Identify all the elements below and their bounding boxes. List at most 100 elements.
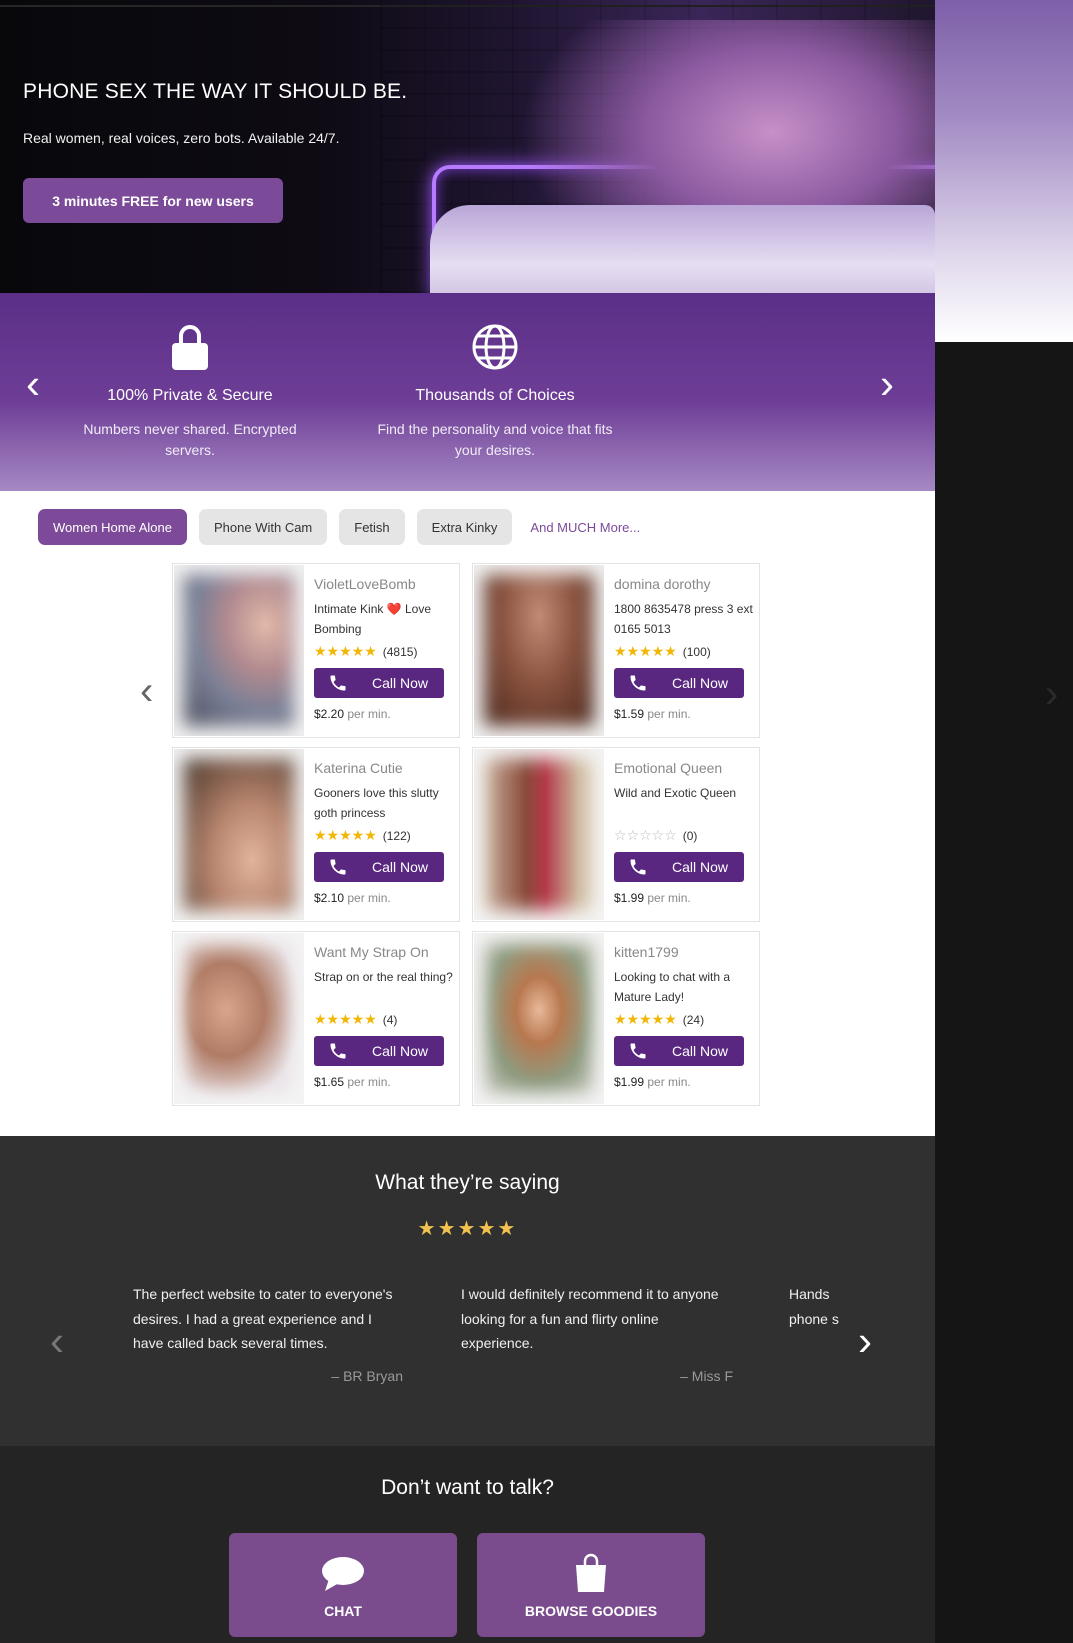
review-count: (122) <box>382 828 411 843</box>
listing-card: Want My Strap On Strap on or the real th… <box>172 931 460 1106</box>
testimonials-stars: ★★★★★ <box>417 1218 518 1240</box>
quote-author: – BR Bryan <box>331 1367 403 1384</box>
side-strip: › <box>935 0 1073 1643</box>
tab-and-much-more[interactable]: And MUCH More... <box>524 509 646 545</box>
listing-price: $2.10 per min. <box>314 891 391 905</box>
hero-title: PHONE SEX THE WAY IT SHOULD BE. <box>23 80 408 103</box>
listings-prev-chevron-icon[interactable]: ‹ <box>140 671 153 711</box>
alternatives-title: Don’t want to talk? <box>381 1476 554 1499</box>
feature-private: 100% Private & Secure Numbers never shar… <box>60 321 320 461</box>
review-count: (4815) <box>382 644 418 659</box>
listing-card: VioletLoveBomb Intimate Kink ❤️ Love Bom… <box>172 563 460 738</box>
listing-desc: Strap on or the real thing? <box>314 970 453 984</box>
rating-stars: ★★★★★ <box>314 1011 377 1027</box>
listings-section: Women Home Alone Phone With Cam Fetish E… <box>0 491 935 1136</box>
lock-icon <box>60 321 320 371</box>
chat-button[interactable]: CHAT <box>229 1533 457 1637</box>
phone-icon <box>330 675 346 691</box>
feature-desc: Find the personality and voice that fits… <box>377 421 613 458</box>
call-now-button[interactable]: Call Now <box>614 852 744 882</box>
listing-desc: 1800 8635478 press 3 ext 0165 5013 <box>614 602 753 636</box>
browse-goodies-button[interactable]: BROWSE GOODIES <box>477 1533 705 1637</box>
review-count: (24) <box>682 1012 705 1027</box>
testimonials-section: What they’re saying ★★★★★ ‹ The perfect … <box>0 1136 935 1446</box>
call-now-button[interactable]: Call Now <box>314 668 444 698</box>
rating-stars: ☆☆☆☆☆ <box>614 827 677 843</box>
review-count: (100) <box>682 644 711 659</box>
phone-icon <box>630 675 646 691</box>
listing-desc: Intimate Kink ❤️ Love Bombing <box>314 602 431 636</box>
feature-title: 100% Private & Secure <box>107 387 273 404</box>
profile-photo[interactable] <box>174 749 304 920</box>
listing-price: $2.20 per min. <box>314 707 391 721</box>
quote-text: Hands phone s <box>789 1286 839 1327</box>
tab-women-home-alone[interactable]: Women Home Alone <box>38 509 187 545</box>
tab-phone-with-cam[interactable]: Phone With Cam <box>199 509 328 545</box>
listing-desc: Gooners love this slutty goth princess <box>314 786 439 820</box>
alternatives-section: Don’t want to talk? CHAT BROWSE GOODIES <box>0 1446 935 1643</box>
listing-name[interactable]: Emotional Queen <box>614 760 754 776</box>
profile-photo[interactable] <box>474 933 604 1104</box>
profile-photo[interactable] <box>474 749 604 920</box>
call-now-button[interactable]: Call Now <box>614 1036 744 1066</box>
page: PHONE SEX THE WAY IT SHOULD BE. Real wom… <box>0 0 935 1643</box>
quote-text: The perfect website to cater to everyone… <box>133 1286 393 1351</box>
feature-desc: Numbers never shared. Encrypted servers. <box>83 421 297 458</box>
rating-stars: ★★★★★ <box>314 643 377 659</box>
listing-card: kitten1799 Looking to chat with a Mature… <box>472 931 760 1106</box>
rating-stars: ★★★★★ <box>614 1011 677 1027</box>
free-minutes-button[interactable]: 3 minutes FREE for new users <box>23 178 283 223</box>
call-now-button[interactable]: Call Now <box>314 852 444 882</box>
features-prev-chevron-icon[interactable]: ‹ <box>26 363 40 405</box>
testimonial-quote-partial: Hands phone s <box>789 1282 841 1331</box>
call-now-button[interactable]: Call Now <box>314 1036 444 1066</box>
hero-banner: PHONE SEX THE WAY IT SHOULD BE. Real wom… <box>0 0 935 293</box>
hero-bed-sheet <box>430 205 935 293</box>
hero-subtitle: Real women, real voices, zero bots. Avai… <box>23 130 340 146</box>
rating-stars: ★★★★★ <box>314 827 377 843</box>
listing-rating: ★★★★★ (4815) <box>314 643 454 660</box>
listing-name[interactable]: VioletLoveBomb <box>314 576 454 592</box>
listing-price: $1.99 per min. <box>614 891 691 905</box>
testimonials-next-chevron-icon[interactable]: › <box>858 1320 872 1362</box>
testimonials-prev-chevron-icon[interactable]: ‹ <box>50 1320 64 1362</box>
testimonials-title: What they’re saying <box>375 1171 560 1194</box>
listing-name[interactable]: kitten1799 <box>614 944 754 960</box>
listing-rating: ☆☆☆☆☆ (0) <box>614 827 754 844</box>
quote-text: I would definitely recommend it to anyon… <box>461 1286 719 1351</box>
profile-photo[interactable] <box>174 933 304 1104</box>
listing-rating: ★★★★★ (24) <box>614 1011 754 1028</box>
listing-name[interactable]: Katerina Cutie <box>314 760 454 776</box>
features-next-chevron-icon[interactable]: › <box>880 363 894 405</box>
side-chevron-right-icon: › <box>1045 672 1059 716</box>
listing-price: $1.59 per min. <box>614 707 691 721</box>
listing-card: Emotional Queen Wild and Exotic Queen ☆☆… <box>472 747 760 922</box>
listing-price: $1.65 per min. <box>314 1075 391 1089</box>
listing-name[interactable]: domina dorothy <box>614 576 754 592</box>
listing-desc: Looking to chat with a Mature Lady! <box>614 970 731 1004</box>
testimonial-quote: I would definitely recommend it to anyon… <box>461 1282 733 1388</box>
listing-card: Katerina Cutie Gooners love this slutty … <box>172 747 460 922</box>
category-tabs: Women Home Alone Phone With Cam Fetish E… <box>38 509 646 545</box>
feature-choices: Thousands of Choices Find the personalit… <box>365 321 625 461</box>
shopping-bag-icon <box>576 1553 606 1592</box>
phone-icon <box>630 859 646 875</box>
feature-title: Thousands of Choices <box>415 387 575 404</box>
phone-icon <box>330 859 346 875</box>
testimonial-quote: The perfect website to cater to everyone… <box>133 1282 403 1388</box>
profile-photo[interactable] <box>174 565 304 736</box>
listing-rating: ★★★★★ (4) <box>314 1011 454 1028</box>
rating-stars: ★★★★★ <box>614 643 677 659</box>
review-count: (4) <box>382 1012 398 1027</box>
tab-extra-kinky[interactable]: Extra Kinky <box>416 509 513 545</box>
listing-card: domina dorothy 1800 8635478 press 3 ext … <box>472 563 760 738</box>
call-now-button[interactable]: Call Now <box>614 668 744 698</box>
profile-photo[interactable] <box>474 565 604 736</box>
globe-icon <box>365 321 625 371</box>
tab-fetish[interactable]: Fetish <box>339 509 405 545</box>
phone-icon <box>330 1043 346 1059</box>
review-count: (0) <box>682 828 698 843</box>
listing-name[interactable]: Want My Strap On <box>314 944 454 960</box>
phone-icon <box>630 1043 646 1059</box>
features-carousel: ‹ 100% Private & Secure Numbers never sh… <box>0 293 935 491</box>
